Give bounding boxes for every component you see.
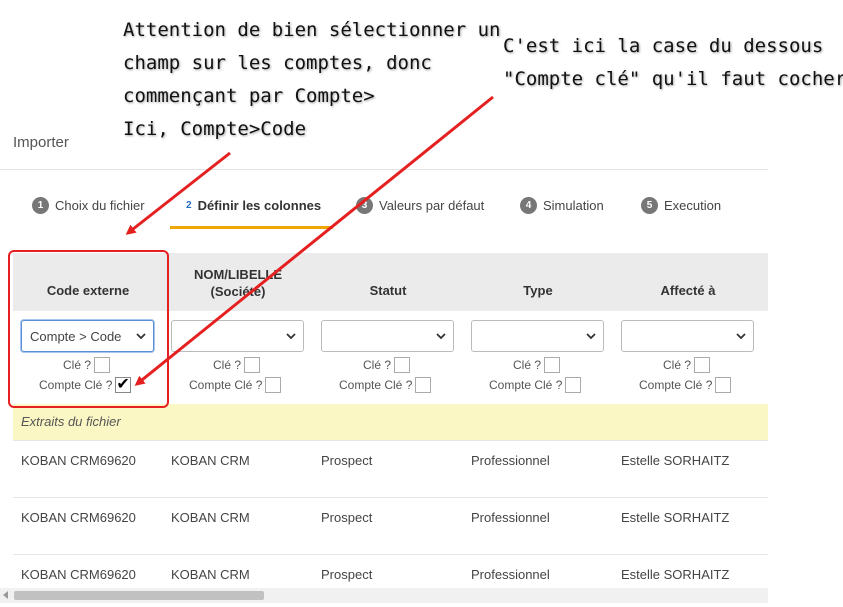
- cle-checkbox[interactable]: [694, 357, 711, 373]
- chevron-down-icon: [736, 333, 746, 340]
- table-cell: Professionnel: [471, 567, 550, 582]
- column-header-statut: Statut: [369, 283, 407, 298]
- annotation-line: Attention de bien sélectionner un: [123, 19, 501, 41]
- column-header-nom-libelle: NOM/LIBELLE (Société): [193, 267, 283, 299]
- annotation-line: C'est ici la case du dessous: [503, 35, 824, 57]
- mapping-table: Code externe NOM/LIBELLE (Société) Statu…: [13, 253, 768, 588]
- cle-checkbox[interactable]: [544, 357, 561, 373]
- scrollbar-thumb[interactable]: [14, 591, 264, 600]
- cle-option: Clé ?: [213, 357, 261, 373]
- compte-cle-checkbox[interactable]: [265, 377, 282, 393]
- column-header-type: Type: [523, 283, 553, 298]
- horizontal-scrollbar[interactable]: [0, 588, 768, 603]
- table-cell: Prospect: [321, 510, 373, 525]
- table-cell: KOBAN CRM: [171, 567, 250, 582]
- annotation-right: C'est ici la case du dessous "Compte clé…: [503, 30, 843, 96]
- column-header-code-externe: Code externe: [46, 283, 130, 298]
- compte-cle-checkbox[interactable]: [115, 374, 132, 394]
- table-cell: Estelle SORHAITZ: [621, 567, 730, 582]
- step-choix-fichier[interactable]: 1 Choix du fichier: [32, 197, 145, 214]
- compte-cle-option: Compte Clé ?: [39, 374, 132, 394]
- cle-option: Clé ?: [63, 357, 111, 373]
- cle-checkbox[interactable]: [394, 357, 411, 373]
- step-valeurs-defaut[interactable]: 3 Valeurs par défaut: [356, 197, 484, 214]
- table-cell: Estelle SORHAITZ: [621, 510, 730, 525]
- table-row: KOBAN CRM69620 KOBAN CRM Prospect Profes…: [13, 497, 768, 555]
- step-execution[interactable]: 5 Execution: [641, 197, 721, 214]
- step-label: Execution: [664, 198, 722, 213]
- annotation-line: champ sur les comptes, donc: [123, 52, 432, 74]
- active-step-indicator: [170, 226, 333, 229]
- table-row: KOBAN CRM69620 KOBAN CRM Prospect Profes…: [13, 554, 768, 588]
- step-number: 5: [641, 197, 658, 214]
- compte-cle-option: Compte Clé ?: [339, 377, 432, 393]
- scroll-left-icon[interactable]: [3, 591, 8, 599]
- divider: [0, 169, 768, 170]
- step-label: Définir les colonnes: [197, 198, 322, 213]
- step-definir-colonnes[interactable]: 2 Définir les colonnes: [186, 197, 321, 214]
- step-number: 4: [520, 197, 537, 214]
- annotation-line: "Compte clé" qu'il faut cocher: [503, 68, 843, 90]
- table-row: KOBAN CRM69620 KOBAN CRM Prospect Profes…: [13, 440, 768, 498]
- step-number: 2: [186, 200, 192, 211]
- compte-cle-checkbox[interactable]: [715, 377, 732, 393]
- table-cell: KOBAN CRM69620: [21, 567, 136, 582]
- table-cell: KOBAN CRM: [171, 510, 250, 525]
- annotation-left: Attention de bien sélectionner un champ …: [123, 14, 501, 146]
- step-simulation[interactable]: 4 Simulation: [520, 197, 604, 214]
- table-cell: Professionnel: [471, 453, 550, 468]
- arrow-to-select: [125, 151, 231, 235]
- chevron-down-icon: [436, 333, 446, 340]
- field-select-nom-libelle[interactable]: [171, 320, 304, 352]
- table-cell: Prospect: [321, 567, 373, 582]
- table-cell: KOBAN CRM69620: [21, 453, 136, 468]
- step-label: Valeurs par défaut: [379, 198, 485, 213]
- cle-checkbox[interactable]: [94, 357, 111, 373]
- field-select-type[interactable]: [471, 320, 604, 352]
- field-select-affecte-a[interactable]: [621, 320, 754, 352]
- table-cell: KOBAN CRM: [171, 453, 250, 468]
- field-select-code-externe[interactable]: Compte > Code: [21, 320, 154, 352]
- cle-option: Clé ?: [363, 357, 411, 373]
- step-label: Choix du fichier: [55, 198, 145, 213]
- column-header-affecte-a: Affecté à: [660, 283, 716, 298]
- compte-cle-checkbox[interactable]: [415, 377, 432, 393]
- table-header: Code externe NOM/LIBELLE (Société) Statu…: [13, 253, 768, 311]
- extrait-banner: Extraits du fichier: [13, 404, 768, 440]
- compte-cle-option: Compte Clé ?: [189, 377, 282, 393]
- annotation-line: commençant par Compte>: [123, 85, 375, 107]
- annotation-line: Ici, Compte>Code: [123, 118, 307, 140]
- step-number: 3: [356, 197, 373, 214]
- cle-option: Clé ?: [513, 357, 561, 373]
- compte-cle-option: Compte Clé ?: [489, 377, 582, 393]
- mapping-row: Compte > Code Clé ? Compte Clé ? Clé ? C…: [13, 311, 768, 404]
- cle-option: Clé ?: [663, 357, 711, 373]
- cle-checkbox[interactable]: [244, 357, 261, 373]
- chevron-down-icon: [136, 333, 146, 340]
- table-cell: Estelle SORHAITZ: [621, 453, 730, 468]
- step-label: Simulation: [543, 198, 604, 213]
- chevron-down-icon: [586, 333, 596, 340]
- table-cell: KOBAN CRM69620: [21, 510, 136, 525]
- compte-cle-checkbox[interactable]: [565, 377, 582, 393]
- table-cell: Prospect: [321, 453, 373, 468]
- table-cell: Professionnel: [471, 510, 550, 525]
- compte-cle-option: Compte Clé ?: [639, 377, 732, 393]
- chevron-down-icon: [286, 333, 296, 340]
- page-title: Importer: [13, 134, 69, 151]
- step-number: 1: [32, 197, 49, 214]
- field-select-statut[interactable]: [321, 320, 454, 352]
